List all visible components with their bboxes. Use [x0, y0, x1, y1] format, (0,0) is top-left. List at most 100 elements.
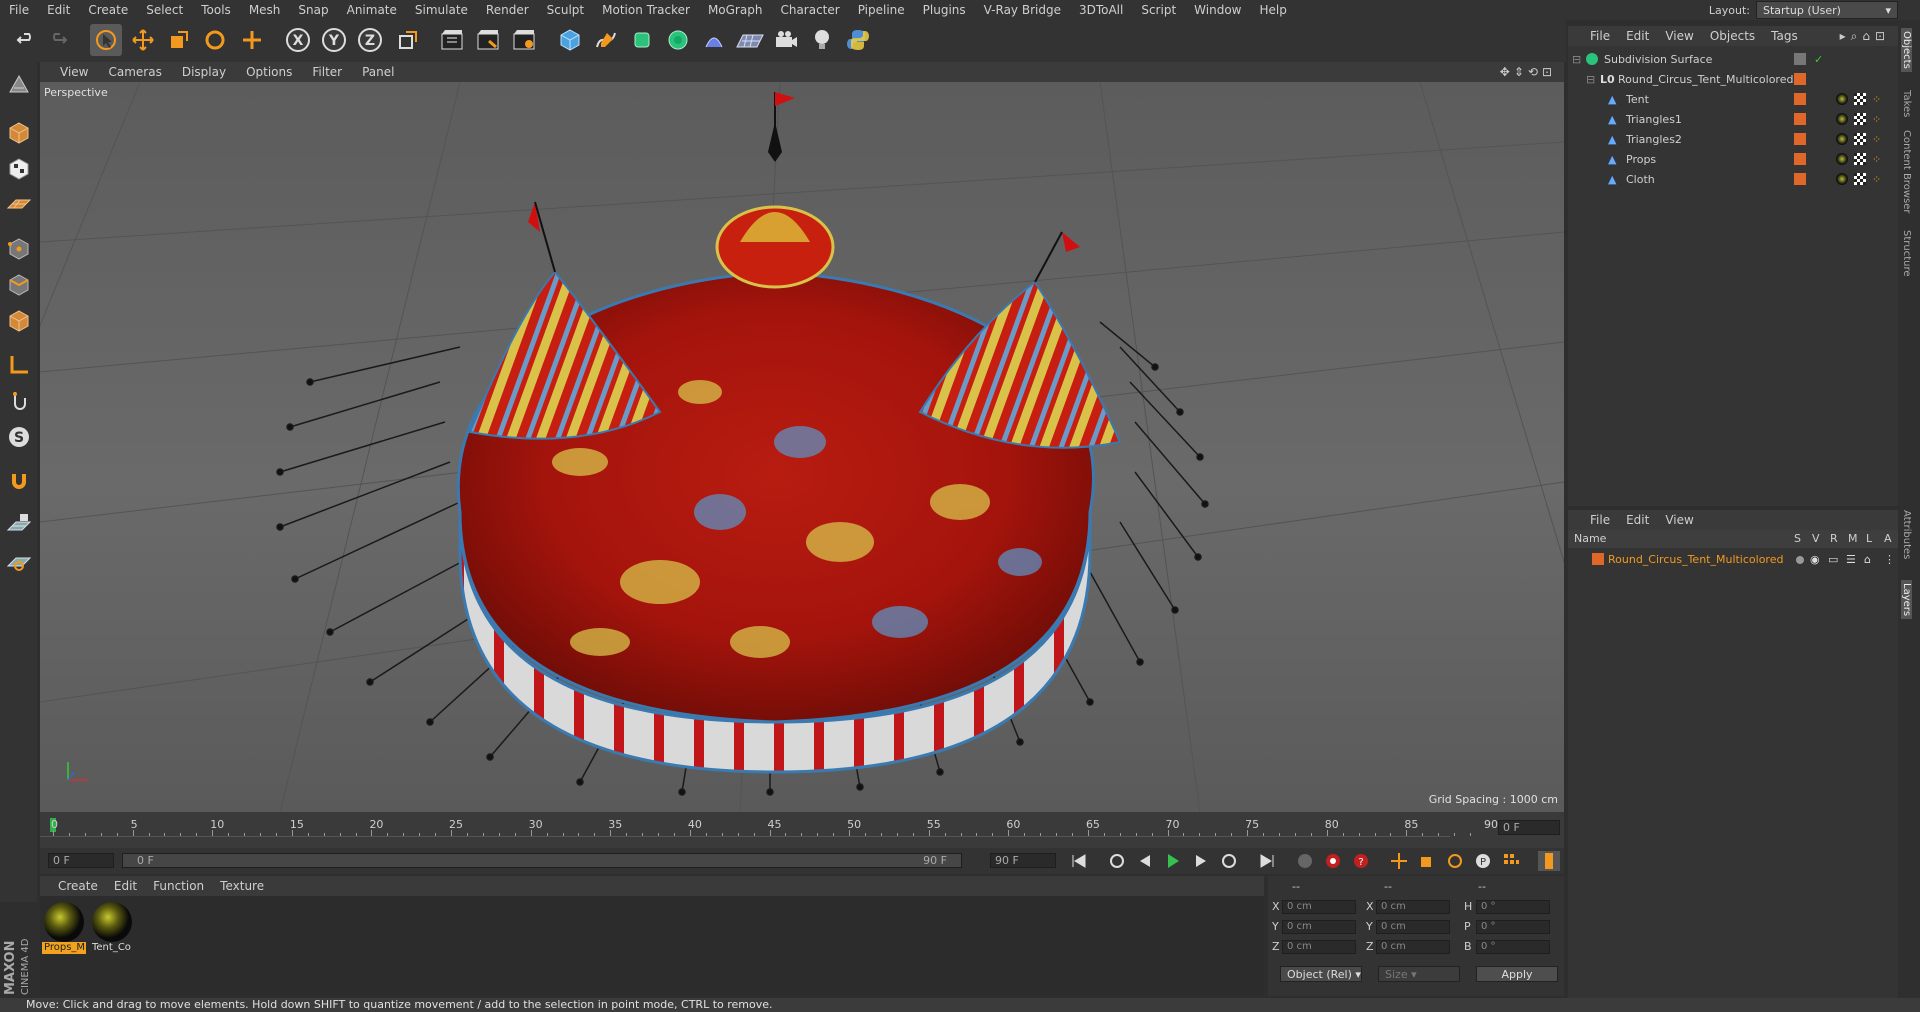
layer-swatch[interactable]: [1794, 153, 1806, 165]
size-z-field[interactable]: 0 cm: [1376, 940, 1450, 954]
viewport-menu-panel[interactable]: Panel: [352, 65, 404, 79]
loop-forward-icon[interactable]: [1218, 851, 1240, 871]
light-icon[interactable]: [806, 24, 838, 56]
tree-row-round-circus-tent[interactable]: ⊟ L0 Round_Circus_Tent_Multicolored: [1568, 70, 1898, 90]
tree-row-subdivision-surface[interactable]: ⊟ Subdivision Surface ✓: [1568, 50, 1898, 70]
solo-toggle-icon[interactable]: [1796, 556, 1804, 564]
object-menu-edit[interactable]: Edit: [1618, 29, 1657, 43]
end-frame-field[interactable]: 90 F: [990, 853, 1056, 868]
object-menu-tags[interactable]: Tags: [1763, 29, 1806, 43]
eye-icon[interactable]: ◉: [1810, 553, 1820, 566]
viewport-menu-view[interactable]: View: [50, 65, 98, 79]
menu-script[interactable]: Script: [1132, 3, 1185, 17]
step-forward-icon[interactable]: [1190, 851, 1212, 871]
size-mode-dropdown[interactable]: Size ▾: [1378, 966, 1460, 982]
autokey-icon[interactable]: ?: [1350, 851, 1372, 871]
layer-swatch[interactable]: [1794, 113, 1806, 125]
pen-spline-icon[interactable]: [590, 24, 622, 56]
viewport-menu-display[interactable]: Display: [172, 65, 236, 79]
key-scale-icon[interactable]: [1416, 851, 1438, 871]
position-y-field[interactable]: 0 cm: [1282, 920, 1356, 934]
object-menu-file[interactable]: File: [1582, 29, 1618, 43]
menu-render[interactable]: Render: [477, 3, 538, 17]
uvw-tag-icon[interactable]: [1854, 133, 1866, 145]
menu-mograph[interactable]: MoGraph: [699, 3, 772, 17]
texture-mode-icon[interactable]: [4, 154, 34, 184]
menu-file[interactable]: File: [0, 3, 38, 17]
step-back-icon[interactable]: [1134, 851, 1156, 871]
object-manager-tool-icons[interactable]: ▸⌕⌂⊡: [1840, 29, 1890, 44]
layer-swatch[interactable]: [1794, 133, 1806, 145]
selection-tag-icon[interactable]: ⁘: [1872, 113, 1881, 126]
move-icon[interactable]: [127, 24, 159, 56]
axis-mode-icon[interactable]: [4, 350, 34, 380]
selection-tag-icon[interactable]: ⁘: [1872, 93, 1881, 106]
rotation-h-field[interactable]: 0 °: [1476, 900, 1550, 914]
key-position-icon[interactable]: [1388, 851, 1410, 871]
material-menu-texture[interactable]: Texture: [212, 879, 272, 893]
side-tab-layers[interactable]: Layers: [1901, 580, 1912, 620]
frame-range-slider[interactable]: 0 F 90 F: [122, 853, 962, 868]
selection-tag-icon[interactable]: ⁘: [1872, 153, 1881, 166]
tree-row-triangles2[interactable]: ▲ Triangles2 ⁘: [1568, 130, 1898, 150]
lock-workplane-icon[interactable]: [4, 510, 34, 540]
position-z-field[interactable]: 0 cm: [1282, 940, 1356, 954]
viewport-menu-cameras[interactable]: Cameras: [98, 65, 171, 79]
points-mode-icon[interactable]: [4, 234, 34, 264]
cube-primitive-icon[interactable]: [554, 24, 586, 56]
menu-character[interactable]: Character: [771, 3, 848, 17]
floor-icon[interactable]: [734, 24, 766, 56]
selection-tag-icon[interactable]: ⁘: [1872, 173, 1881, 186]
menu-help[interactable]: Help: [1250, 3, 1295, 17]
make-editable-icon[interactable]: [4, 70, 34, 100]
z-axis-icon[interactable]: Z: [354, 24, 386, 56]
menu-window[interactable]: Window: [1185, 3, 1250, 17]
menu-mesh[interactable]: Mesh: [240, 3, 290, 17]
layer-menu-edit[interactable]: Edit: [1618, 513, 1657, 527]
go-to-start-icon[interactable]: [1068, 851, 1090, 871]
side-tab-attributes[interactable]: Attributes: [1901, 510, 1912, 559]
rotate-icon[interactable]: [199, 24, 231, 56]
material-tag-icon[interactable]: [1836, 173, 1848, 185]
polygons-mode-icon[interactable]: [4, 306, 34, 336]
render-toggle-icon[interactable]: ▭: [1828, 553, 1838, 566]
menu-snap[interactable]: Snap: [289, 3, 337, 17]
camera-icon[interactable]: [770, 24, 802, 56]
menu-pipeline[interactable]: Pipeline: [849, 3, 914, 17]
animation-toggle-icon[interactable]: ⋮: [1884, 553, 1895, 566]
coordinate-mode-dropdown[interactable]: Object (Rel) ▾: [1280, 966, 1362, 982]
side-tab-structure[interactable]: Structure: [1901, 230, 1912, 277]
x-axis-icon[interactable]: X: [282, 24, 314, 56]
timeline-ruler[interactable]: 0 5 10 15 20 25 30 35 40 45 50 55 60 65 70 75 80 85 90 0 F: [40, 812, 1564, 848]
side-tab-objects[interactable]: Objects: [1901, 28, 1912, 72]
render-settings-icon[interactable]: [508, 24, 540, 56]
menu-tools[interactable]: Tools: [192, 3, 240, 17]
layer-swatch[interactable]: [1794, 53, 1806, 65]
viewport-menu-options[interactable]: Options: [236, 65, 302, 79]
array-icon[interactable]: [662, 24, 694, 56]
loop-back-icon[interactable]: [1106, 851, 1128, 871]
edges-mode-icon[interactable]: [4, 270, 34, 300]
viewport-navigation-icons[interactable]: ✥⇕⟲⊡: [1500, 65, 1556, 79]
go-to-end-icon[interactable]: [1256, 851, 1278, 871]
size-y-field[interactable]: 0 cm: [1376, 920, 1450, 934]
coordinate-system-icon[interactable]: [392, 24, 424, 56]
material-tag-icon[interactable]: [1836, 93, 1848, 105]
material-menu-function[interactable]: Function: [145, 879, 212, 893]
material-swatch-tent[interactable]: Tent_Co: [90, 902, 134, 960]
model-mode-icon[interactable]: [4, 118, 34, 148]
rotation-b-field[interactable]: 0 °: [1476, 940, 1550, 954]
snapping-icon[interactable]: S: [4, 422, 34, 452]
tree-row-cloth[interactable]: ▲ Cloth ⁘: [1568, 170, 1898, 190]
current-frame-field[interactable]: 0 F: [1498, 820, 1560, 835]
redo-icon[interactable]: [42, 24, 74, 56]
apply-button[interactable]: Apply: [1476, 966, 1558, 982]
menu-select[interactable]: Select: [137, 3, 192, 17]
material-tag-icon[interactable]: [1836, 113, 1848, 125]
key-rotation-icon[interactable]: [1444, 851, 1466, 871]
timeline-layout-icon[interactable]: [1538, 851, 1560, 871]
menu-edit[interactable]: Edit: [38, 3, 79, 17]
material-swatch-props[interactable]: Props_M: [42, 902, 86, 960]
select-arrow-icon[interactable]: [90, 24, 122, 56]
material-tag-icon[interactable]: [1836, 153, 1848, 165]
